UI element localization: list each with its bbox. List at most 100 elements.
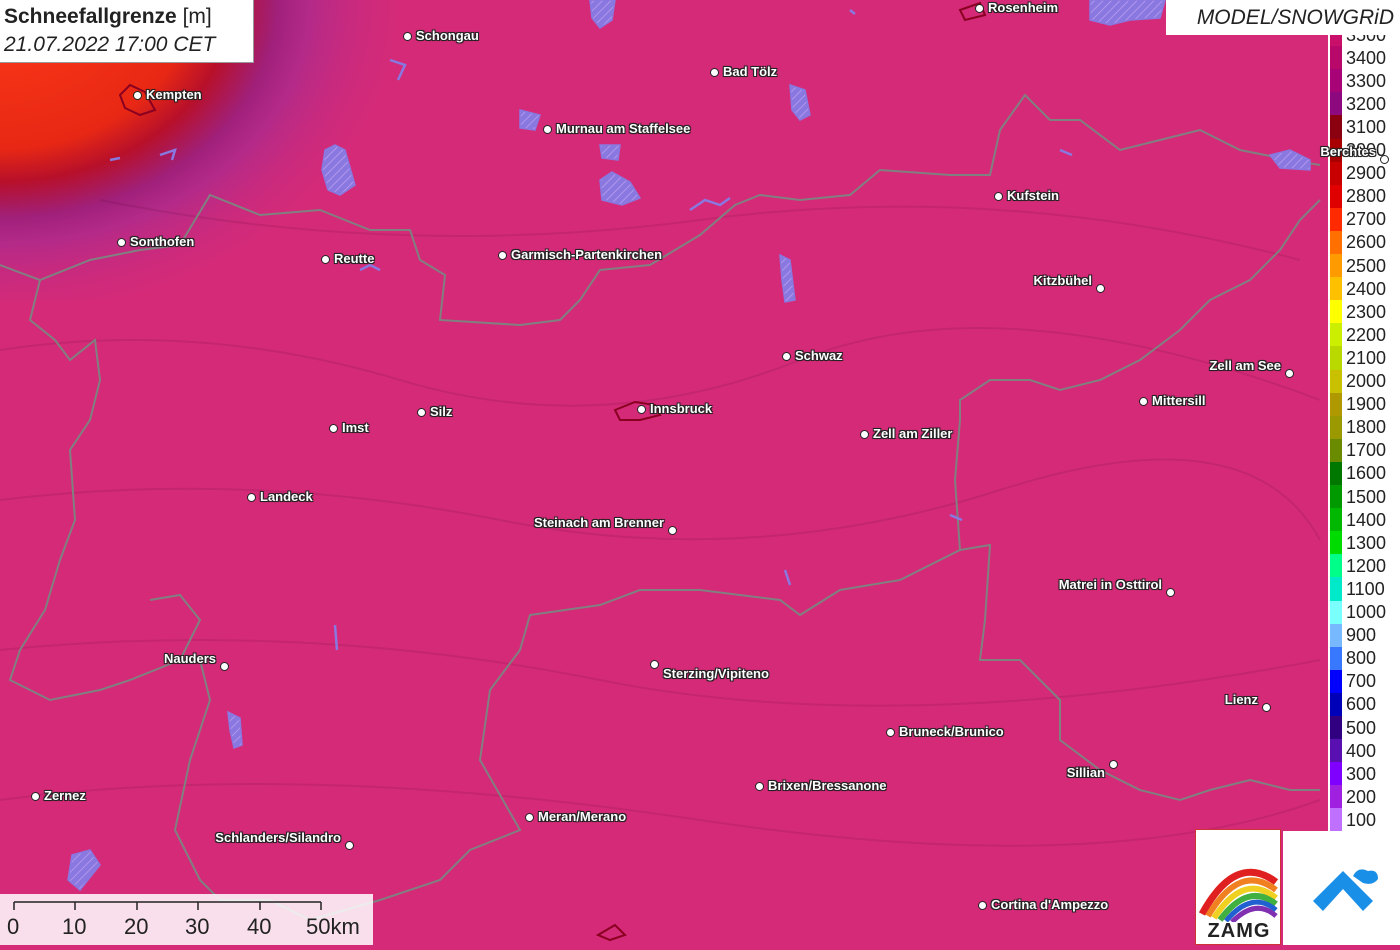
scale-label-40: 40 xyxy=(247,914,272,939)
scale-label-50km: 50km xyxy=(306,914,360,939)
city-marker-icon[interactable] xyxy=(1166,588,1175,597)
legend-swatch xyxy=(1330,161,1342,186)
city-marker-icon[interactable] xyxy=(1380,155,1389,164)
city-marker-icon[interactable] xyxy=(321,255,330,264)
map-title-bold: Schneefallgrenze xyxy=(4,5,177,28)
legend-swatch xyxy=(1330,92,1342,116)
legend-label: 1500 xyxy=(1346,486,1387,507)
legend-label: 2400 xyxy=(1346,278,1387,299)
city-marker-icon[interactable] xyxy=(637,405,646,414)
city-marker-icon[interactable] xyxy=(1109,760,1118,769)
scale-bar: 0 10 20 30 40 50km xyxy=(0,894,373,945)
legend-swatch xyxy=(1330,646,1342,671)
city-label: Silz xyxy=(430,404,453,419)
legend-swatch xyxy=(1330,485,1342,509)
legend-label: 2000 xyxy=(1346,371,1387,392)
legend-swatch xyxy=(1330,46,1342,70)
model-label: MODEL/SNOWGRiD xyxy=(1196,6,1394,29)
legend-swatch xyxy=(1330,808,1342,832)
city-marker-icon[interactable] xyxy=(220,662,229,671)
legend-label: 700 xyxy=(1346,671,1377,692)
city-marker-icon[interactable] xyxy=(668,526,677,535)
model-label-box: MODEL/SNOWGRiD xyxy=(1166,0,1400,35)
legend-swatch xyxy=(1330,230,1342,255)
legend-label: 600 xyxy=(1346,694,1377,715)
snowline-map[interactable] xyxy=(0,0,1400,945)
map-title-unit: [m] xyxy=(182,5,212,28)
city-marker-icon[interactable] xyxy=(345,841,354,850)
city-label: Murnau am Staffelsee xyxy=(556,121,691,136)
scale-label-30: 30 xyxy=(185,914,210,939)
legend-label: 1300 xyxy=(1346,532,1387,553)
legend-label: 400 xyxy=(1346,740,1377,761)
city-marker-icon[interactable] xyxy=(860,430,869,439)
city-marker-icon[interactable] xyxy=(710,68,719,77)
city-marker-icon[interactable] xyxy=(1139,397,1148,406)
legend-swatch xyxy=(1330,415,1342,440)
city-label: Landeck xyxy=(260,489,313,504)
city-marker-icon[interactable] xyxy=(543,125,552,134)
city-label: Sterzing/Vipiteno xyxy=(663,666,769,681)
city-label: Schwaz xyxy=(795,348,843,363)
legend-swatch xyxy=(1330,669,1342,694)
city-marker-icon[interactable] xyxy=(1096,284,1105,293)
legend-swatch xyxy=(1330,577,1342,601)
city-marker-icon[interactable] xyxy=(978,901,987,910)
city-marker-icon[interactable] xyxy=(329,424,338,433)
city-marker-icon[interactable] xyxy=(1285,369,1294,378)
city-label: Innsbruck xyxy=(650,401,713,416)
legend-swatch xyxy=(1330,35,1342,47)
legend-label: 2700 xyxy=(1346,209,1387,230)
legend-label: 3500 xyxy=(1346,35,1386,44)
city-label: Kufstein xyxy=(1007,188,1059,203)
snowgrid-logo[interactable] xyxy=(1283,831,1400,945)
legend-label: 1900 xyxy=(1346,394,1387,415)
legend-label: 2900 xyxy=(1346,163,1387,184)
city-label: Steinach am Brenner xyxy=(533,515,664,530)
city-marker-icon[interactable] xyxy=(31,792,40,801)
city-label: Berchtes xyxy=(1320,144,1376,159)
legend-label: 300 xyxy=(1346,763,1377,784)
city-marker-icon[interactable] xyxy=(417,408,426,417)
zamg-logo[interactable]: ZAMG xyxy=(1195,829,1281,945)
city-marker-icon[interactable] xyxy=(247,493,256,502)
city-marker-icon[interactable] xyxy=(1262,703,1271,712)
legend-label: 100 xyxy=(1346,809,1377,830)
legend-label: 2100 xyxy=(1346,347,1387,368)
legend-swatch xyxy=(1330,461,1342,486)
legend-swatch xyxy=(1330,254,1342,278)
legend-swatch xyxy=(1330,369,1342,394)
legend-swatch xyxy=(1330,438,1342,463)
city-marker-icon[interactable] xyxy=(498,251,507,260)
legend-swatch xyxy=(1330,692,1342,717)
city-marker-icon[interactable] xyxy=(782,352,791,361)
city-label: Bruneck/Brunico xyxy=(899,724,1004,739)
legend-swatch xyxy=(1330,392,1342,417)
city-marker-icon[interactable] xyxy=(117,238,126,247)
legend-swatch xyxy=(1330,716,1342,740)
legend-swatch xyxy=(1330,115,1342,139)
legend-swatch xyxy=(1330,508,1342,532)
city-marker-icon[interactable] xyxy=(133,91,142,100)
map-title: Schneefallgrenze [m] xyxy=(4,5,212,29)
legend-swatch xyxy=(1330,762,1342,786)
city-label: Bad Tölz xyxy=(723,64,778,79)
city-marker-icon[interactable] xyxy=(403,32,412,41)
legend-swatch xyxy=(1330,346,1342,370)
legend-label: 1200 xyxy=(1346,555,1387,576)
city-label: Meran/Merano xyxy=(538,809,627,824)
city-marker-icon[interactable] xyxy=(650,660,659,669)
city-label: Cortina d'Ampezzo xyxy=(991,897,1109,912)
city-marker-icon[interactable] xyxy=(525,813,534,822)
city-label: Zell am See xyxy=(1209,358,1281,373)
legend-swatch xyxy=(1330,554,1342,578)
city-marker-icon[interactable] xyxy=(755,782,764,791)
city-marker-icon[interactable] xyxy=(975,4,984,13)
city-label: Nauders xyxy=(163,651,216,666)
city-marker-icon[interactable] xyxy=(886,728,895,737)
legend-label: 2300 xyxy=(1346,301,1387,322)
city-label: Schlanders/Silandro xyxy=(215,830,341,845)
city-label: Lienz xyxy=(1224,692,1258,707)
city-marker-icon[interactable] xyxy=(994,192,1003,201)
legend-swatch xyxy=(1330,300,1342,324)
